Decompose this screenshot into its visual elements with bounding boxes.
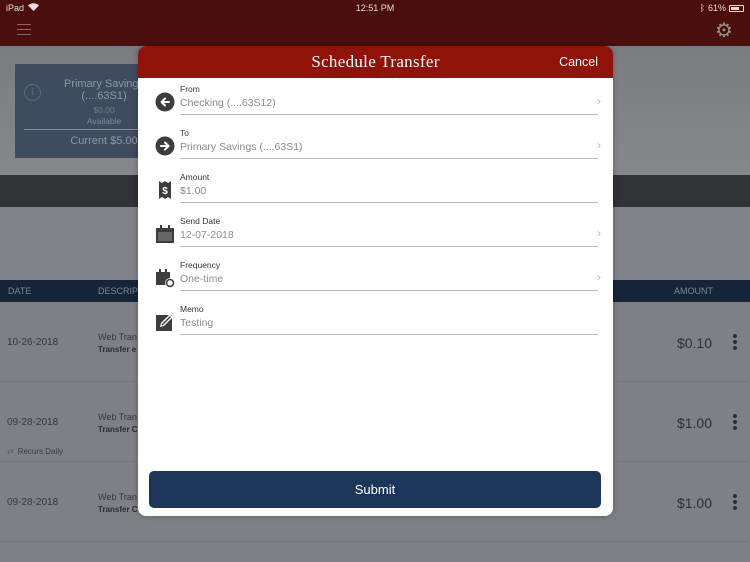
row-amount: $1.00: [676, 495, 712, 511]
row-description: Web Tran: [98, 492, 137, 502]
send-date-label: Send Date: [180, 216, 221, 226]
memo-label: Memo: [180, 304, 204, 314]
submit-button[interactable]: Submit: [149, 471, 601, 508]
send-date-field[interactable]: Send Date 12-07-2018 ›: [138, 216, 613, 260]
arrow-left-circle-icon: [155, 92, 175, 112]
to-account-field[interactable]: To Primary Savings (....63S1) ›: [138, 128, 613, 172]
recurrence-indicator: ⇄ Recurs Daily: [7, 447, 63, 456]
gear-icon[interactable]: ⚙: [715, 21, 735, 41]
column-description[interactable]: DESCRIP: [98, 286, 138, 296]
clock: 12:51 PM: [355, 3, 395, 13]
field-underline: [180, 202, 598, 203]
field-underline: [180, 246, 598, 247]
svg-text:$: $: [162, 186, 168, 197]
app-header: ⚙: [0, 16, 750, 46]
frequency-label: Frequency: [180, 260, 221, 270]
amount-input[interactable]: $1.00: [180, 185, 206, 197]
more-options-icon[interactable]: [733, 414, 739, 432]
cancel-button[interactable]: Cancel: [559, 55, 598, 69]
chevron-right-icon: ›: [597, 94, 601, 108]
row-description: Web Tran: [98, 412, 137, 422]
column-amount[interactable]: AMOUNT: [674, 286, 713, 296]
bluetooth-icon: ᛒ: [699, 3, 705, 13]
account-name-text: Primary Savings: [63, 78, 145, 90]
battery-icon: [729, 4, 744, 12]
dollar-receipt-icon: $: [155, 180, 175, 200]
info-icon[interactable]: i: [24, 84, 41, 101]
card-divider: [24, 129, 153, 130]
field-underline: [180, 334, 598, 335]
more-options-icon[interactable]: [733, 334, 739, 352]
row-description: Web Tran: [98, 332, 137, 342]
row-subdescription: Transfer C: [98, 425, 138, 434]
calendar-repeat-icon: [155, 268, 175, 288]
calendar-icon: [155, 224, 175, 244]
recurrence-text: Recurs Daily: [17, 447, 64, 456]
from-account-field[interactable]: From Checking (....63S12) ›: [138, 84, 613, 128]
row-subdescription: Transfer e: [98, 345, 137, 354]
row-date: 09-28-2018: [7, 417, 59, 428]
repeat-icon: ⇄: [7, 447, 14, 456]
send-date-value: 12-07-2018: [180, 229, 234, 241]
memo-field[interactable]: Memo Testing: [138, 304, 613, 348]
frequency-value: One-time: [180, 273, 224, 285]
row-date: 09-28-2018: [7, 497, 59, 508]
row-date: 10-26-2018: [7, 337, 59, 348]
amount-label: Amount: [180, 172, 210, 182]
chevron-right-icon: ›: [597, 138, 601, 152]
modal-title: Schedule Transfer: [311, 52, 440, 71]
account-card[interactable]: i Primary Savings (....63S1) $0.00 Avail…: [15, 64, 153, 158]
row-subdescription: Transfer C: [98, 505, 138, 514]
modal-header: Schedule Transfer Cancel: [138, 46, 613, 78]
chevron-right-icon: ›: [597, 270, 601, 284]
to-value: Primary Savings (....63S1): [180, 141, 303, 153]
field-underline: [180, 114, 598, 115]
row-amount: $1.00: [676, 415, 712, 431]
chevron-right-icon: ›: [597, 226, 601, 240]
to-label: To: [180, 128, 189, 138]
from-label: From: [180, 84, 200, 94]
hamburger-menu-icon[interactable]: [17, 24, 31, 39]
edit-note-icon: [155, 312, 175, 332]
amount-field[interactable]: $ Amount $1.00: [138, 172, 613, 216]
column-date[interactable]: DATE: [8, 286, 31, 296]
more-options-icon[interactable]: [733, 494, 739, 512]
status-bar: iPad 12:51 PM ᛒ 61%: [0, 0, 750, 16]
from-value: Checking (....63S12): [180, 97, 276, 109]
account-number: (....63S1): [81, 90, 127, 102]
memo-input[interactable]: Testing: [180, 317, 213, 329]
frequency-field[interactable]: Frequency One-time ›: [138, 260, 613, 304]
field-underline: [180, 158, 598, 159]
row-amount: $0.10: [676, 335, 712, 351]
field-underline: [180, 290, 598, 291]
arrow-right-circle-icon: [155, 136, 175, 156]
battery-percent: 61%: [707, 3, 726, 13]
schedule-transfer-modal: Schedule Transfer Cancel From Checking (…: [138, 46, 613, 516]
